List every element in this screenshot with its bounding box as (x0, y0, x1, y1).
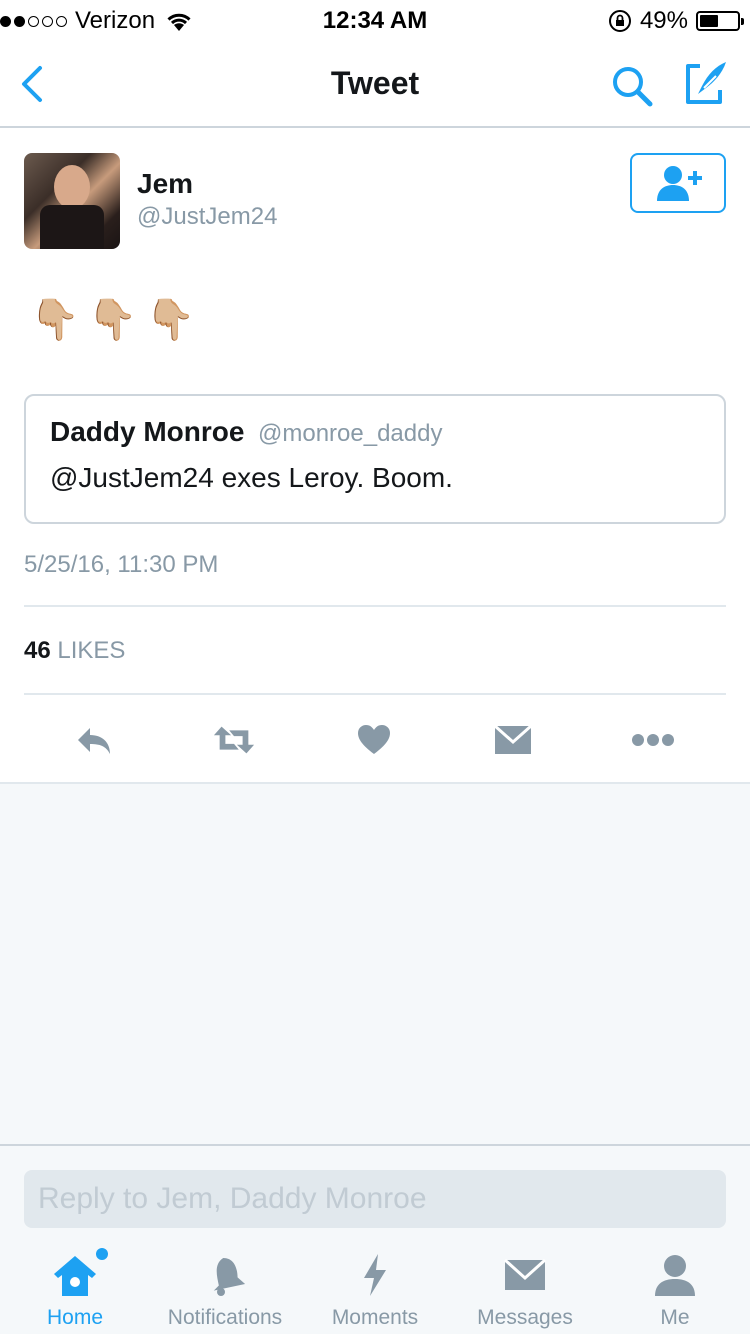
lightning-icon-wrap (350, 1252, 400, 1298)
battery-icon (696, 11, 744, 31)
tab-notifications[interactable]: Notifications (150, 1248, 300, 1334)
divider (24, 693, 726, 695)
navigation-bar: Tweet (0, 40, 750, 128)
bell-icon (213, 1257, 246, 1296)
more-icon (632, 734, 674, 746)
status-right: 49% (608, 6, 744, 36)
compose-icon (686, 62, 726, 104)
author-handle[interactable]: @JustJem24 (137, 203, 277, 231)
rotation-lock-icon (608, 10, 631, 32)
quoted-tweet[interactable]: Daddy Monroe @monroe_daddy @JustJem24 ex… (24, 394, 726, 524)
heart-icon (358, 725, 390, 754)
envelope-icon (494, 724, 532, 754)
tab-messages[interactable]: Messages (450, 1248, 600, 1334)
reply-icon (78, 728, 110, 754)
bottom-area: Home Notifications Moments (0, 1144, 750, 1334)
retweet-icon (213, 726, 255, 754)
likes-number: 46 (24, 637, 51, 664)
tab-label: Home (46, 1306, 104, 1329)
reply-input[interactable] (24, 1170, 726, 1228)
follow-button[interactable] (630, 153, 726, 213)
author-avatar[interactable] (24, 153, 120, 249)
tab-label: Messages (477, 1306, 573, 1329)
tab-me[interactable]: Me (600, 1248, 750, 1334)
more-button[interactable] (631, 720, 675, 760)
tab-label: Moments (331, 1306, 419, 1329)
divider (24, 605, 726, 607)
direct-message-button[interactable] (491, 720, 535, 760)
messages-icon-wrap (500, 1252, 550, 1298)
new-content-dot (96, 1248, 108, 1260)
envelope-icon (503, 1258, 547, 1290)
like-button[interactable] (352, 720, 396, 760)
battery-percent: 49% (639, 7, 688, 34)
quoted-tweet-text: @JustJem24 exes Leroy. Boom. (50, 462, 453, 493)
empty-replies-area (0, 782, 750, 1144)
home-icon (54, 1256, 96, 1296)
tab-label: Notifications (167, 1306, 283, 1329)
tab-moments[interactable]: Moments (300, 1248, 450, 1334)
status-bar: Verizon 12:34 AM 49% (0, 0, 750, 40)
tweet-timestamp: 5/25/16, 11:30 PM (24, 551, 219, 578)
tab-home[interactable]: Home (0, 1248, 150, 1334)
tweet-actions (0, 708, 750, 782)
person-icon-wrap (650, 1252, 700, 1298)
retweet-button[interactable] (212, 720, 256, 760)
add-user-icon (657, 166, 702, 201)
person-icon (655, 1255, 695, 1296)
reply-button[interactable] (72, 720, 116, 760)
quoted-author-handle: @monroe_daddy (258, 420, 443, 447)
tweet-text: 👇🏼👇🏼👇🏼 (30, 298, 204, 342)
tab-label: Me (660, 1306, 690, 1329)
tab-bar: Home Notifications Moments Messages Me (0, 1248, 750, 1334)
author-name[interactable]: Jem (137, 168, 193, 200)
search-button[interactable] (608, 62, 656, 110)
search-icon (613, 67, 653, 107)
compose-button[interactable] (682, 58, 732, 108)
bell-icon-wrap (200, 1252, 250, 1298)
home-icon-wrap (50, 1252, 100, 1298)
likes-label: LIKES (57, 637, 126, 664)
lightning-icon (364, 1254, 386, 1296)
likes-count[interactable]: 46 LIKES (24, 637, 125, 665)
quoted-author-name: Daddy Monroe (50, 416, 245, 447)
